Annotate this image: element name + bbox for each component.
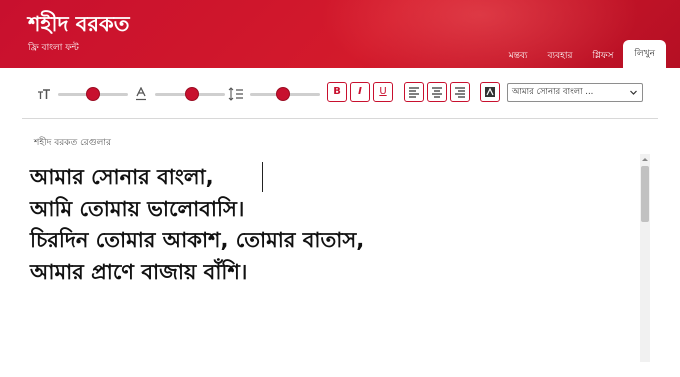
line-height-track[interactable] (250, 86, 320, 101)
sample-text-select[interactable]: আমার সোনার বাংলা ... (507, 83, 643, 102)
editor-scrollbar[interactable] (640, 154, 650, 362)
align-left-icon (409, 87, 419, 98)
font-name-label: শহীদ বরকত রেগুলার (34, 138, 111, 148)
letter-spacing-slider[interactable] (133, 84, 225, 104)
align-right-button[interactable] (450, 82, 470, 102)
underline-button[interactable]: U (373, 82, 393, 102)
tab-comments[interactable]: মন্তব্য (499, 44, 538, 68)
line-height-thumb[interactable] (276, 86, 290, 101)
editor-line: চিরদিন তোমার আকাশ, তোমার বাতাস, (30, 228, 365, 252)
letter-spacing-thumb[interactable] (185, 86, 199, 101)
editor-toolbar: B I U আমার সোনার বাংলা ... (0, 80, 680, 108)
color-picker-icon (485, 87, 495, 97)
top-nav: মন্তব্য ব্যবহার গ্লিফস লিখুন (499, 40, 666, 68)
scrollbar-thumb[interactable] (641, 166, 649, 222)
color-picker-button[interactable] (480, 82, 500, 102)
align-center-button[interactable] (427, 82, 447, 102)
tab-write[interactable]: লিখুন (623, 40, 666, 68)
sample-text-select-value: আমার সোনার বাংলা ... (512, 87, 594, 97)
bold-button[interactable]: B (327, 82, 347, 102)
line-height-icon (228, 86, 244, 102)
font-size-track[interactable] (58, 86, 128, 101)
align-left-button[interactable] (404, 82, 424, 102)
letter-spacing-track[interactable] (155, 86, 225, 101)
text-editor[interactable]: আমার সোনার বাংলা, আমি তোমায় ভালোবাসি। চ… (30, 162, 630, 362)
line-height-slider[interactable] (228, 84, 320, 104)
brand-subtitle: ফ্রি বাংলা ফন্ট (28, 43, 79, 53)
tab-usage[interactable]: ব্যবহার (538, 44, 583, 68)
app-header: শহীদ বরকত ফ্রি বাংলা ফন্ট মন্তব্য ব্যবহা… (0, 0, 680, 68)
scroll-up-icon[interactable] (640, 154, 650, 164)
text-size-icon (36, 86, 52, 102)
tab-glyphs[interactable]: গ্লিফস (582, 44, 623, 68)
editor-line: আমার প্রাণে বাজায় বাঁশি। (30, 259, 248, 284)
editor-line: আমার সোনার বাংলা, (30, 165, 214, 189)
text-caret (262, 162, 263, 192)
chevron-down-icon (629, 84, 638, 108)
italic-button[interactable]: I (350, 82, 370, 102)
toolbar-divider (22, 118, 658, 119)
editor-line: আমি তোমায় ভালোবাসি। (30, 196, 245, 221)
align-center-icon (432, 87, 442, 98)
align-right-icon (455, 87, 465, 98)
brand-title[interactable]: শহীদ বরকত (28, 12, 130, 36)
font-size-slider[interactable] (36, 84, 128, 104)
letter-spacing-icon (133, 86, 149, 102)
font-size-thumb[interactable] (86, 86, 100, 101)
